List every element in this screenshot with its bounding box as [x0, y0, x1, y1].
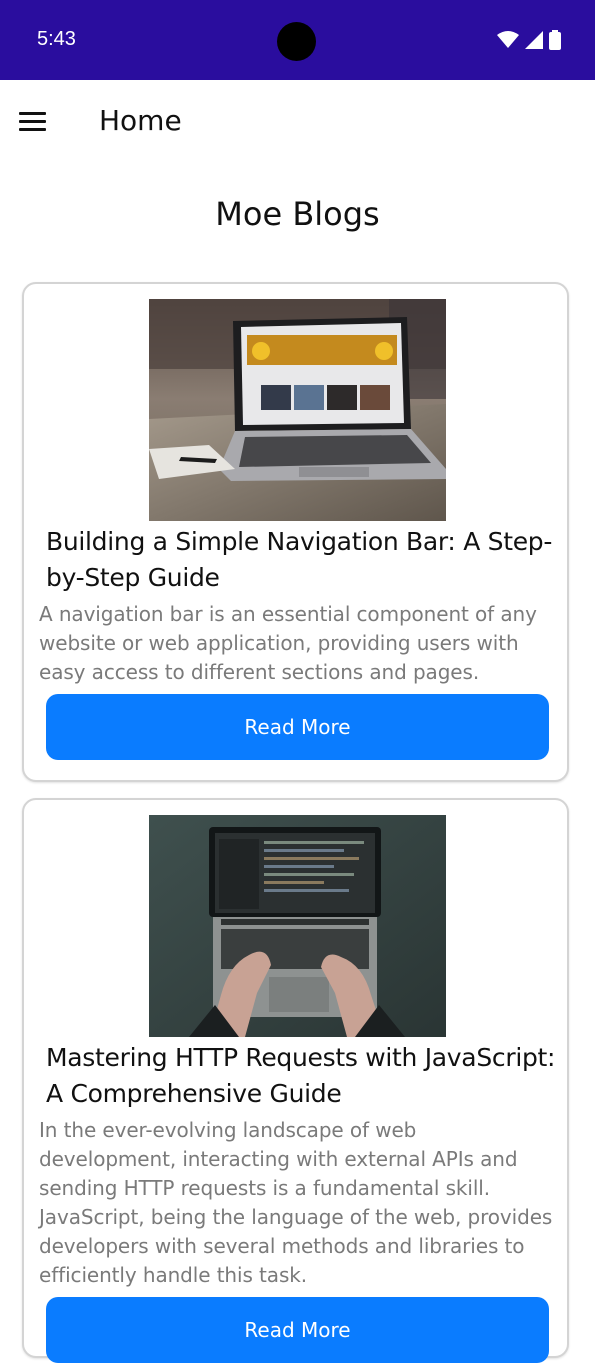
card-title[interactable]: Building a Simple Navigation Bar: A Step… — [46, 524, 566, 596]
battery-icon — [549, 30, 561, 50]
hands-typing-on-laptop-photo — [149, 815, 446, 1037]
app-bar: Home — [0, 80, 595, 166]
camera-cutout — [277, 22, 316, 61]
wifi-icon — [497, 31, 519, 48]
status-time: 5:43 — [37, 28, 76, 50]
app-bar-title: Home — [99, 104, 182, 137]
hamburger-menu-icon[interactable] — [17, 110, 49, 134]
signal-icon — [525, 31, 543, 49]
read-more-button[interactable]: Read More — [46, 1297, 549, 1363]
blog-card: Building a Simple Navigation Bar: A Step… — [22, 282, 569, 782]
blog-card: Mastering HTTP Requests with JavaScript:… — [22, 798, 569, 1363]
card-excerpt: In the ever-evolving landscape of web de… — [39, 1118, 553, 1287]
laptop-on-wooden-desk-photo — [149, 299, 446, 521]
card-title[interactable]: Mastering HTTP Requests with JavaScript:… — [46, 1040, 566, 1112]
page-title: Moe Blogs — [215, 195, 380, 233]
status-bar: 5:43 — [0, 0, 595, 80]
status-icons — [497, 29, 561, 51]
read-more-button[interactable]: Read More — [46, 694, 549, 760]
card-excerpt: A navigation bar is an essential compone… — [39, 602, 537, 684]
